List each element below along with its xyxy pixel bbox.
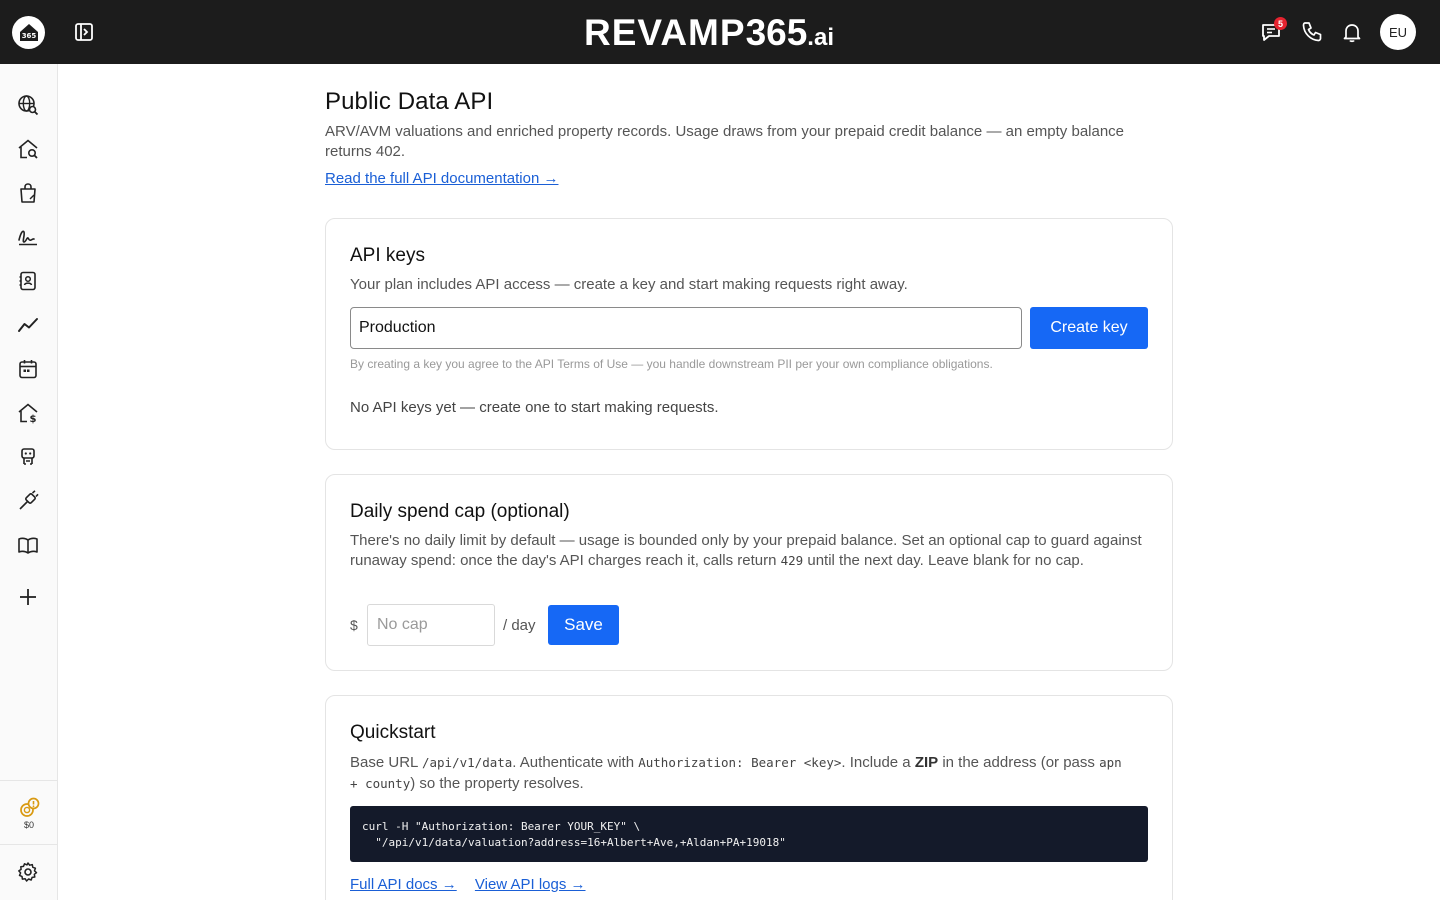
- quickstart-text-1: Base URL: [350, 754, 422, 771]
- brand-name: REVAMP: [584, 12, 746, 53]
- quickstart-title: Quickstart: [350, 722, 436, 743]
- book-icon[interactable]: [17, 534, 39, 556]
- api-documentation-link[interactable]: Read the full API documentation →: [325, 170, 558, 187]
- quickstart-text-3: . Include a: [841, 754, 915, 771]
- brand-suffix: .ai: [807, 24, 834, 51]
- save-cap-button[interactable]: Save: [548, 605, 619, 645]
- chat-badge: 5: [1274, 17, 1287, 30]
- quickstart-links: Full API docs → View API logs →: [350, 876, 600, 893]
- quickstart-text-6: ) so the property resolves.: [410, 775, 584, 792]
- per-day-label: / day: [503, 617, 536, 634]
- top-bar: 365 REVAMP 365 .ai 5 EU: [0, 0, 1440, 64]
- spend-cap-card: Daily spend cap (optional) There's no da…: [325, 474, 1173, 671]
- plus-code: +: [350, 776, 366, 791]
- full-api-docs-link[interactable]: Full API docs →: [350, 876, 457, 893]
- trend-line-icon[interactable]: [17, 314, 39, 336]
- sidebar: $ $0: [0, 64, 58, 900]
- bell-icon[interactable]: [1340, 20, 1364, 44]
- brand-number: 365: [745, 12, 808, 53]
- quickstart-card: Quickstart Base URL /api/v1/data. Authen…: [325, 695, 1173, 900]
- currency-symbol: $: [350, 617, 358, 633]
- create-key-button[interactable]: Create key: [1030, 307, 1148, 349]
- signature-icon[interactable]: [17, 226, 39, 248]
- credits-label: $0: [23, 820, 34, 830]
- page-subtitle: ARV/AVM valuations and enriched property…: [325, 123, 1125, 160]
- spend-cap-description: There's no daily limit by default — usag…: [350, 531, 1150, 571]
- phone-icon[interactable]: [1300, 20, 1324, 44]
- base-url-code: /api/v1/data: [421, 755, 513, 770]
- curl-code-block[interactable]: curl -H "Authorization: Bearer YOUR_KEY"…: [350, 806, 1148, 862]
- avatar[interactable]: EU: [1380, 14, 1416, 50]
- spend-cap-text-2: until the next day. Leave blank for no c…: [803, 552, 1084, 569]
- daily-cap-input[interactable]: [367, 604, 495, 646]
- spend-cap-title: Daily spend cap (optional): [350, 501, 570, 522]
- auth-header-code: Authorization: Bearer <key>: [638, 755, 842, 770]
- home-search-icon[interactable]: [17, 138, 39, 160]
- sidebar-divider: [0, 780, 58, 781]
- svg-text:365: 365: [21, 32, 36, 40]
- gear-icon[interactable]: [17, 861, 39, 883]
- globe-search-icon[interactable]: [17, 94, 39, 116]
- sidebar-toggle-icon[interactable]: [74, 22, 94, 42]
- quickstart-text-4: in the address (or pass: [938, 754, 1100, 771]
- app-logo-icon[interactable]: 365: [12, 16, 45, 49]
- api-keys-title: API keys: [350, 245, 425, 266]
- svg-text:$: $: [30, 414, 37, 424]
- quickstart-text-2: . Authenticate with: [512, 754, 639, 771]
- contacts-book-icon[interactable]: [17, 270, 39, 292]
- api-keys-card: API keys Your plan includes API access —…: [325, 218, 1173, 450]
- county-code: county: [365, 776, 411, 791]
- apn-code: apn: [1099, 755, 1122, 770]
- keys-empty-state: No API keys yet — create one to start ma…: [350, 399, 719, 416]
- robot-icon[interactable]: [17, 446, 39, 468]
- home-dollar-icon[interactable]: $: [17, 402, 39, 425]
- calendar-icon[interactable]: [17, 358, 39, 380]
- main-content: Public Data API ARV/AVM valuations and e…: [325, 88, 1173, 900]
- view-api-logs-link[interactable]: View API logs →: [475, 876, 586, 893]
- api-keys-description: Your plan includes API access — create a…: [350, 276, 908, 293]
- page-title: Public Data API: [325, 88, 494, 115]
- plug-icon[interactable]: [17, 490, 39, 512]
- terms-fineprint: By creating a key you agree to the API T…: [350, 357, 993, 371]
- code-line-1: curl -H "Authorization: Bearer YOUR_KEY"…: [362, 820, 641, 833]
- shopping-bag-icon[interactable]: [17, 182, 39, 204]
- brand-logo[interactable]: REVAMP 365 .ai: [584, 12, 834, 53]
- sidebar-divider: [0, 844, 58, 845]
- quickstart-description: Base URL /api/v1/data. Authenticate with…: [350, 752, 1150, 794]
- zip-emphasis: ZIP: [914, 754, 939, 771]
- code-line-2: "/api/v1/data/valuation?address=16+Alber…: [362, 836, 786, 849]
- credits-balance[interactable]: $0: [0, 797, 58, 830]
- plus-icon[interactable]: [17, 586, 39, 608]
- status-code-429: 429: [780, 553, 804, 568]
- key-name-input[interactable]: [350, 307, 1022, 349]
- coins-icon: [18, 797, 40, 819]
